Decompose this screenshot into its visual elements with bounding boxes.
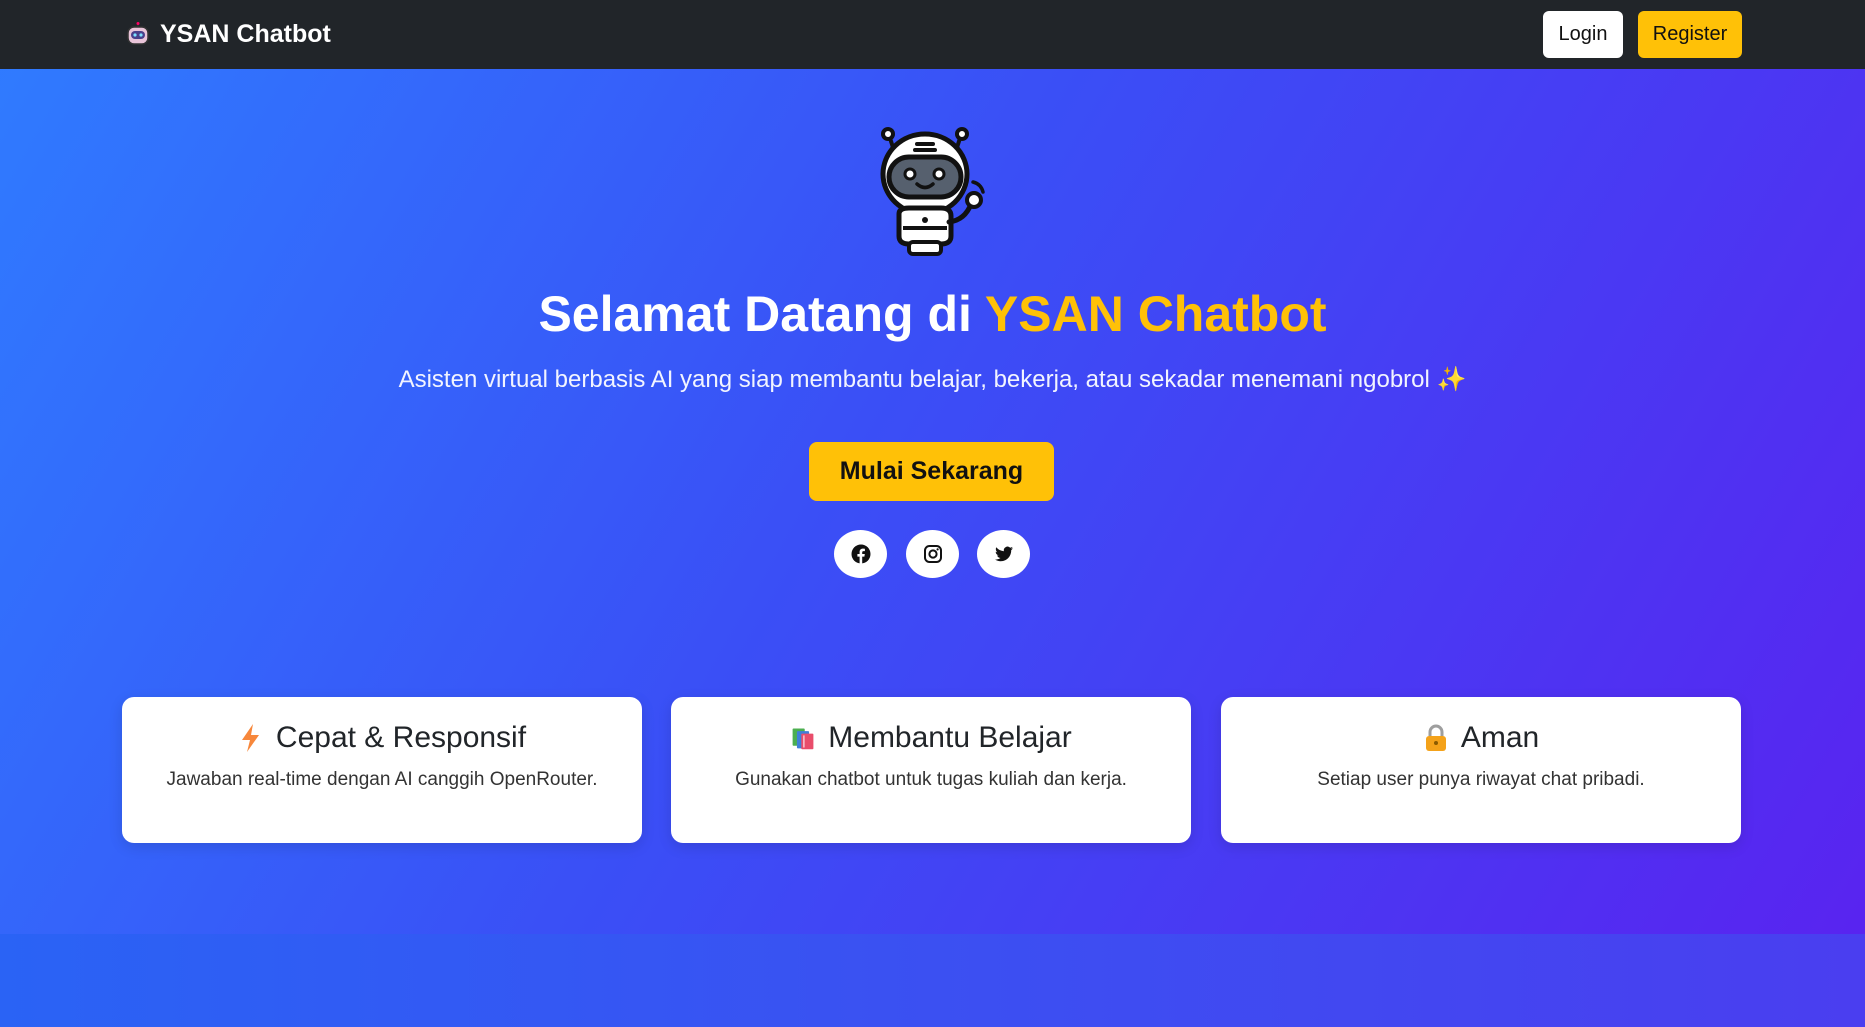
feature-title-row: Aman [1221, 721, 1741, 755]
start-now-button[interactable]: Mulai Sekarang [809, 442, 1054, 501]
twitter-button[interactable] [977, 530, 1030, 578]
feature-desc: Gunakan chatbot untuk tugas kuliah dan k… [735, 769, 1127, 790]
register-button[interactable]: Register [1638, 11, 1742, 58]
feature-title: Cepat & Responsif [275, 721, 527, 754]
navbar: YSAN Chatbot Login Register [0, 0, 1865, 69]
feature-card-fast: Cepat & Responsif Jawaban real-time deng… [122, 697, 642, 843]
books-icon [792, 728, 814, 750]
lightning-icon [241, 724, 259, 752]
hero-title: Selamat Datang di YSAN Chatbot [0, 279, 1865, 349]
twitter-icon [994, 546, 1013, 562]
hero-subtitle: Asisten virtual berbasis AI yang siap me… [0, 365, 1865, 394]
hero-subtitle-text: Asisten virtual berbasis AI yang siap me… [398, 366, 1430, 393]
instagram-icon [923, 545, 942, 563]
sparkle-icon: ✨ [1436, 366, 1467, 393]
hero-title-accent: YSAN Chatbot [984, 286, 1327, 342]
feature-title: Membantu Belajar [828, 721, 1072, 754]
bottom-section [0, 934, 1865, 1027]
facebook-button[interactable] [834, 530, 887, 578]
hero-title-prefix: Selamat Datang di [538, 286, 985, 342]
hero-section: Selamat Datang di YSAN Chatbot Asisten v… [0, 69, 1865, 934]
feature-title-row: Cepat & Responsif [122, 721, 642, 755]
robot-icon [127, 21, 149, 45]
login-button[interactable]: Login [1543, 11, 1623, 58]
lock-icon [1425, 724, 1446, 751]
feature-title: Aman [1460, 721, 1540, 754]
brand-name: YSAN Chatbot [160, 20, 331, 48]
feature-card-secure: Aman Setiap user punya riwayat chat prib… [1221, 697, 1741, 843]
brand-link[interactable]: YSAN Chatbot [124, 0, 331, 69]
feature-card-learning: Membantu Belajar Gunakan chatbot untuk t… [671, 697, 1191, 843]
facebook-icon [851, 544, 870, 564]
instagram-button[interactable] [906, 530, 959, 578]
feature-desc: Setiap user punya riwayat chat pribadi. [1317, 769, 1645, 790]
feature-desc: Jawaban real-time dengan AI canggih Open… [166, 769, 598, 790]
robot-mascot-icon [880, 127, 985, 256]
feature-title-row: Membantu Belajar [671, 721, 1191, 755]
